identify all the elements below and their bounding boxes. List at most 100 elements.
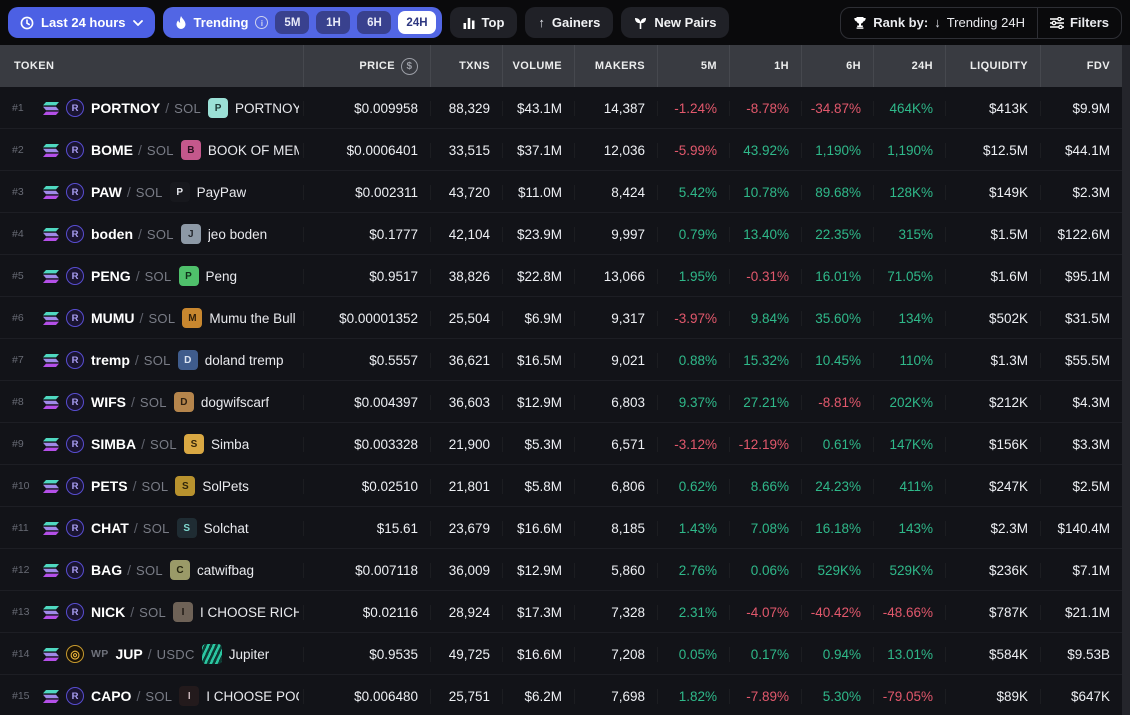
token-avatar: D — [177, 350, 198, 370]
rank-label: #10 — [12, 480, 30, 492]
rank-label: #3 — [12, 186, 24, 198]
token-avatar: P — [169, 182, 190, 202]
table-row[interactable]: #13 R NICK / SOL I I CHOOSE RICH EVERY $… — [0, 591, 1122, 633]
table-row[interactable]: #2 R BOME / SOL B BOOK OF MEME $0.000640… — [0, 129, 1122, 171]
col-price[interactable]: PRICE $ — [303, 45, 430, 87]
dex-icon: R — [66, 225, 84, 243]
vertical-scrollbar[interactable] — [1122, 45, 1130, 715]
price-value: $0.004397 — [303, 394, 430, 410]
table-row[interactable]: #15 R CAPO / SOL I I CHOOSE POOR EVE $0.… — [0, 675, 1122, 715]
txns-value: 21,900 — [430, 436, 502, 452]
rank-label: #4 — [12, 228, 24, 240]
quote-separator: / — [136, 688, 141, 704]
makers-value: 7,698 — [574, 688, 657, 704]
table-row[interactable]: #5 R PENG / SOL P Peng $0.9517 38,826 $2… — [0, 255, 1122, 297]
liquidity-value: $2.3M — [945, 520, 1040, 536]
fdv-value: $21.1M — [1040, 604, 1122, 620]
timeframe-chip-6h[interactable]: 6H — [357, 11, 392, 34]
token-cell: #8 R WIFS / SOL D dogwifscarf — [0, 381, 303, 423]
token-symbol: boden — [91, 226, 133, 242]
col-makers[interactable]: MAKERS — [574, 45, 657, 87]
clock-icon — [20, 16, 34, 29]
table-row[interactable]: #7 R tremp / SOL D doland tremp $0.5557 … — [0, 339, 1122, 381]
rank-by-control[interactable]: Rank by: ↓ Trending 24H — [841, 8, 1037, 38]
table-row[interactable]: #8 R WIFS / SOL D dogwifscarf $0.004397 … — [0, 381, 1122, 423]
txns-value: 42,104 — [430, 226, 502, 242]
change-24h: 71.05% — [873, 268, 945, 284]
dex-icon: R — [66, 687, 84, 705]
solana-chain-icon — [43, 689, 59, 703]
price-value: $0.9535 — [303, 646, 430, 662]
col-volume[interactable]: VOLUME — [502, 45, 574, 87]
dex-label: WP — [91, 648, 109, 660]
liquidity-value: $89K — [945, 688, 1040, 704]
timeframe-chip-1h[interactable]: 1H — [316, 11, 351, 34]
solana-chain-icon — [43, 311, 59, 325]
price-value: $0.5557 — [303, 352, 430, 368]
change-1h: -0.31% — [729, 268, 801, 284]
quote-separator: / — [134, 352, 139, 368]
filters-button[interactable]: Filters — [1036, 7, 1121, 38]
change-1h: -12.19% — [729, 436, 801, 452]
top-button[interactable]: Top — [449, 7, 518, 38]
table-row[interactable]: #6 R MUMU / SOL M Mumu the Bull $0.00001… — [0, 297, 1122, 339]
volume-value: $16.6M — [502, 520, 574, 536]
change-1h: 7.08% — [729, 520, 801, 536]
token-cell: #2 R BOME / SOL B BOOK OF MEME — [0, 129, 303, 171]
fdv-value: $95.1M — [1040, 268, 1122, 284]
rank-label: #8 — [12, 396, 24, 408]
change-5m: 0.79% — [657, 226, 729, 242]
txns-value: 21,801 — [430, 478, 502, 494]
token-avatar: B — [180, 140, 201, 160]
timeframe-chip-24h[interactable]: 24H — [398, 11, 436, 34]
table-row[interactable]: #9 R SIMBA / SOL S Simba $0.003328 21,90… — [0, 423, 1122, 465]
dex-icon: R — [66, 477, 84, 495]
change-6h: 0.61% — [801, 436, 873, 452]
col-1h[interactable]: 1H — [729, 45, 801, 87]
col-5m[interactable]: 5M — [657, 45, 729, 87]
change-6h: 16.01% — [801, 268, 873, 284]
timeframe-chip-5m[interactable]: 5M — [275, 11, 310, 34]
col-24h[interactable]: 24H — [873, 45, 945, 87]
table-row[interactable]: #3 R PAW / SOL P PayPaw $0.002311 43,720… — [0, 171, 1122, 213]
liquidity-value: $413K — [945, 100, 1040, 116]
quote-separator: / — [127, 562, 132, 578]
rank-by-filters-group: Rank by: ↓ Trending 24H Filters — [840, 6, 1122, 39]
flame-icon — [176, 15, 186, 29]
filters-label: Filters — [1069, 15, 1109, 30]
liquidity-value: $12.5M — [945, 142, 1040, 158]
fdv-value: $55.5M — [1040, 352, 1122, 368]
token-avatar — [201, 644, 222, 664]
solana-chain-icon — [43, 185, 59, 199]
table-row[interactable]: #12 R BAG / SOL C catwifbag $0.007118 36… — [0, 549, 1122, 591]
txns-value: 25,751 — [430, 688, 502, 704]
quote-symbol: SOL — [148, 310, 176, 326]
table-row[interactable]: #10 R PETS / SOL S SolPets $0.02510 21,8… — [0, 465, 1122, 507]
info-icon[interactable]: i — [255, 16, 269, 29]
solana-chain-icon — [43, 269, 59, 283]
token-symbol: WIFS — [91, 394, 126, 410]
col-fdv[interactable]: FDV — [1040, 45, 1122, 87]
volume-value: $37.1M — [502, 142, 574, 158]
new-pairs-button[interactable]: New Pairs — [621, 7, 730, 38]
col-txns[interactable]: TXNS — [430, 45, 502, 87]
col-6h[interactable]: 6H — [801, 45, 873, 87]
gainers-button-label: Gainers — [551, 15, 601, 30]
change-6h: 35.60% — [801, 310, 873, 326]
gainers-button[interactable]: ↑ Gainers — [525, 7, 614, 38]
makers-value: 7,328 — [574, 604, 657, 620]
rank-label: #13 — [12, 606, 30, 618]
token-name: Solchat — [203, 520, 249, 536]
table-row[interactable]: #11 R CHAT / SOL S Solchat $15.61 23,679… — [0, 507, 1122, 549]
volume-value: $5.8M — [502, 478, 574, 494]
price-value: $0.02116 — [303, 604, 430, 620]
quote-separator: / — [138, 142, 142, 158]
table-row[interactable]: #14 ◎ WP JUP / USDC Jupiter $0.9535 49,7… — [0, 633, 1122, 675]
col-token[interactable]: TOKEN — [0, 45, 303, 87]
col-liquidity[interactable]: LIQUIDITY — [945, 45, 1040, 87]
table-row[interactable]: #4 R boden / SOL J jeo boden $0.1777 42,… — [0, 213, 1122, 255]
price-value: $0.00001352 — [303, 310, 430, 326]
table-row[interactable]: #1 R PORTNOY / SOL P PORTNOY $0.009958 8… — [0, 87, 1122, 129]
time-filter-dropdown[interactable]: Last 24 hours — [8, 7, 155, 38]
volume-value: $23.9M — [502, 226, 574, 242]
